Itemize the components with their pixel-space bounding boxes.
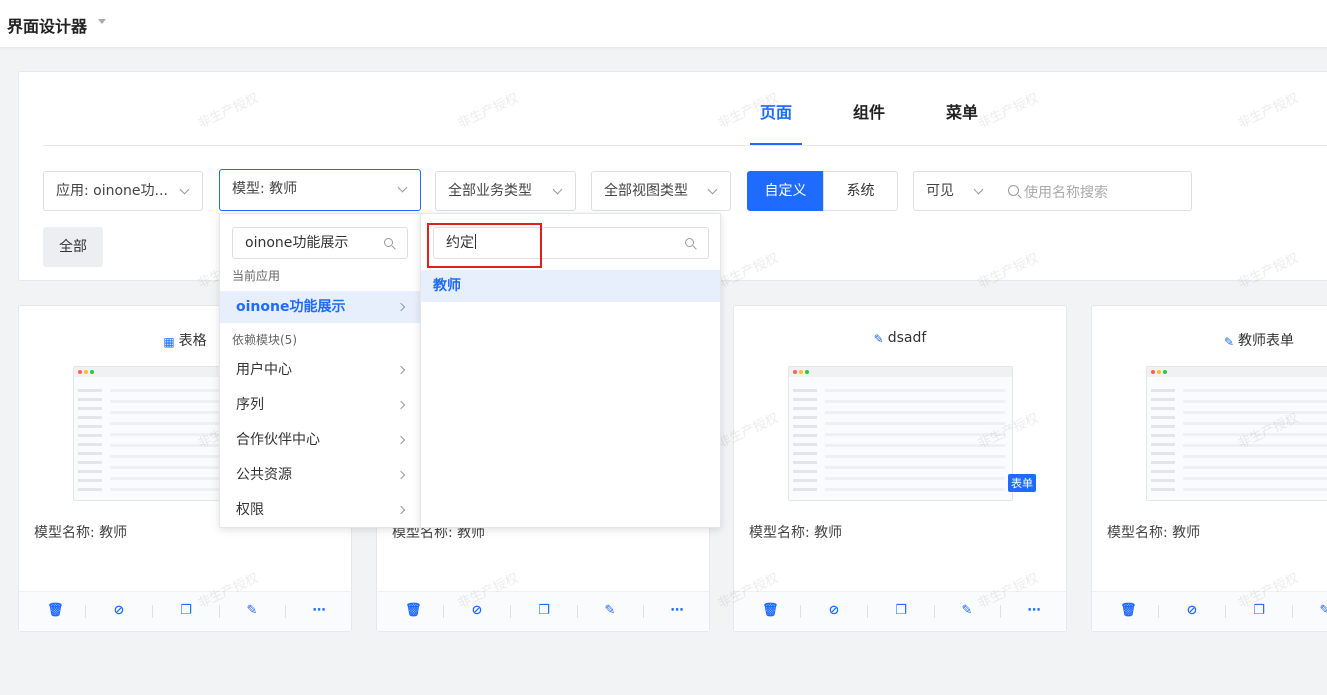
delete-icon[interactable]: 🗑 bbox=[1120, 604, 1137, 618]
delete-icon[interactable]: 🗑 bbox=[47, 604, 64, 618]
current-app-group-label: 当前应用 bbox=[232, 269, 281, 283]
search-input[interactable]: 使用名称搜索 bbox=[996, 171, 1192, 211]
search-icon bbox=[1008, 185, 1019, 196]
hide-icon[interactable]: ⊘ bbox=[1185, 604, 1199, 618]
module-item-public-resources[interactable]: 公共资源 bbox=[220, 459, 420, 491]
view-type-select[interactable]: 全部视图类型 bbox=[591, 171, 731, 211]
system-toggle-button[interactable]: 系统 bbox=[823, 171, 898, 211]
chevron-right-icon bbox=[396, 470, 406, 480]
custom-toggle-button[interactable]: 自定义 bbox=[747, 171, 824, 211]
chevron-down-icon bbox=[707, 184, 718, 195]
hide-icon[interactable]: ⊘ bbox=[112, 604, 126, 618]
model-select[interactable]: 模型: 教师 bbox=[219, 169, 421, 211]
module-item-oinone[interactable]: oinone功能展示 bbox=[220, 291, 420, 323]
app-select[interactable]: 应用: oinone功... bbox=[43, 171, 203, 211]
card-model-name: 模型名称: 教师 bbox=[1107, 525, 1201, 541]
chevron-right-icon bbox=[396, 400, 406, 410]
module-dropdown: oinone功能展示 当前应用 oinone功能展示 依赖模块(5) 用户中心 … bbox=[219, 213, 421, 528]
more-icon[interactable]: ⋯ bbox=[312, 604, 326, 618]
app-select-value: 应用: oinone功... bbox=[56, 183, 168, 199]
chevron-right-icon bbox=[396, 435, 406, 445]
copy-icon[interactable]: ❐ bbox=[179, 604, 193, 618]
biz-type-select-value: 全部业务类型 bbox=[448, 183, 532, 199]
model-select-value: 模型: 教师 bbox=[232, 181, 298, 197]
all-button[interactable]: 全部 bbox=[43, 227, 103, 267]
chevron-right-icon bbox=[396, 505, 406, 515]
brush-icon[interactable]: ✎ bbox=[960, 604, 974, 618]
chevron-down-icon bbox=[552, 184, 563, 195]
search-placeholder: 使用名称搜索 bbox=[1024, 185, 1108, 201]
chevron-down-icon bbox=[973, 184, 984, 195]
delete-icon[interactable]: 🗑 bbox=[405, 604, 422, 618]
card-actions: 🗑 ⊘ ❐ ✎ ⋯ bbox=[734, 591, 1066, 631]
dependency-group-label: 依赖模块(5) bbox=[232, 333, 297, 347]
tab-page[interactable]: 页面 bbox=[760, 99, 792, 123]
more-icon[interactable]: ⋯ bbox=[670, 604, 684, 618]
annotation-highlight-box bbox=[427, 223, 542, 268]
copy-icon[interactable]: ❐ bbox=[1252, 604, 1266, 618]
app-title-caret-icon[interactable] bbox=[98, 19, 106, 24]
chevron-down-icon bbox=[179, 184, 190, 195]
tab-component[interactable]: 组件 bbox=[853, 99, 885, 123]
edit-icon: ✎ bbox=[1223, 335, 1235, 349]
card-title: ✎ 教师表单 bbox=[1223, 333, 1295, 349]
module-search-value: oinone功能展示 bbox=[245, 235, 349, 251]
hide-icon[interactable]: ⊘ bbox=[827, 604, 841, 618]
card-title: ✎ dsadf bbox=[873, 330, 927, 346]
table-icon: ▦ bbox=[163, 335, 175, 349]
search-icon bbox=[384, 238, 393, 247]
view-type-select-value: 全部视图类型 bbox=[604, 183, 688, 199]
tab-menu[interactable]: 菜单 bbox=[946, 99, 978, 123]
form-badge: 表单 bbox=[1008, 474, 1036, 492]
card-model-name: 模型名称: 教师 bbox=[749, 525, 843, 541]
top-bar: 界面设计器 bbox=[0, 0, 1327, 47]
biz-type-select[interactable]: 全部业务类型 bbox=[435, 171, 576, 211]
module-item-partner-center[interactable]: 合作伙伴中心 bbox=[220, 424, 420, 456]
visibility-select-value: 可见 bbox=[926, 183, 954, 199]
copy-icon[interactable]: ❐ bbox=[537, 604, 551, 618]
card-thumbnail bbox=[788, 366, 1013, 501]
model-item-teacher[interactable]: 教师 bbox=[421, 270, 720, 302]
search-icon bbox=[685, 238, 694, 247]
card-model-name: 模型名称: 教师 bbox=[34, 525, 128, 541]
card-actions: 🗑 ⊘ ❐ ✎ ⋯ bbox=[19, 591, 351, 631]
hide-icon[interactable]: ⊘ bbox=[470, 604, 484, 618]
delete-icon[interactable]: 🗑 bbox=[762, 604, 779, 618]
module-item-permissions[interactable]: 权限 bbox=[220, 494, 420, 526]
brush-icon[interactable]: ✎ bbox=[603, 604, 617, 618]
brush-icon[interactable]: ✎ bbox=[245, 604, 259, 618]
chevron-right-icon bbox=[396, 365, 406, 375]
module-item-sequence[interactable]: 序列 bbox=[220, 389, 420, 421]
copy-icon[interactable]: ❐ bbox=[894, 604, 908, 618]
module-item-user-center[interactable]: 用户中心 bbox=[220, 354, 420, 386]
edit-icon: ✎ bbox=[873, 332, 884, 346]
view-card[interactable]: ✎ 教师表单 模型名称: 教师 🗑 ⊘ ❐ ✎ bbox=[1091, 305, 1327, 632]
module-search-input[interactable]: oinone功能展示 bbox=[232, 227, 408, 259]
more-icon[interactable]: ⋯ bbox=[1027, 604, 1041, 618]
chevron-right-icon bbox=[396, 302, 406, 312]
tab-divider bbox=[43, 145, 1327, 146]
card-actions: 🗑 ⊘ ❐ ✎ ⋯ bbox=[377, 591, 709, 631]
app-title[interactable]: 界面设计器 bbox=[7, 13, 87, 37]
brush-icon[interactable]: ✎ bbox=[1318, 604, 1327, 618]
card-actions: 🗑 ⊘ ❐ ✎ bbox=[1092, 591, 1327, 631]
chevron-down-icon bbox=[397, 182, 408, 193]
view-card[interactable]: ✎ dsadf 表单 模型名称: 教师 🗑 ⊘ ❐ ✎ ⋯ bbox=[733, 305, 1067, 632]
card-thumbnail bbox=[1146, 366, 1327, 501]
visibility-select[interactable]: 可见 bbox=[913, 171, 997, 211]
